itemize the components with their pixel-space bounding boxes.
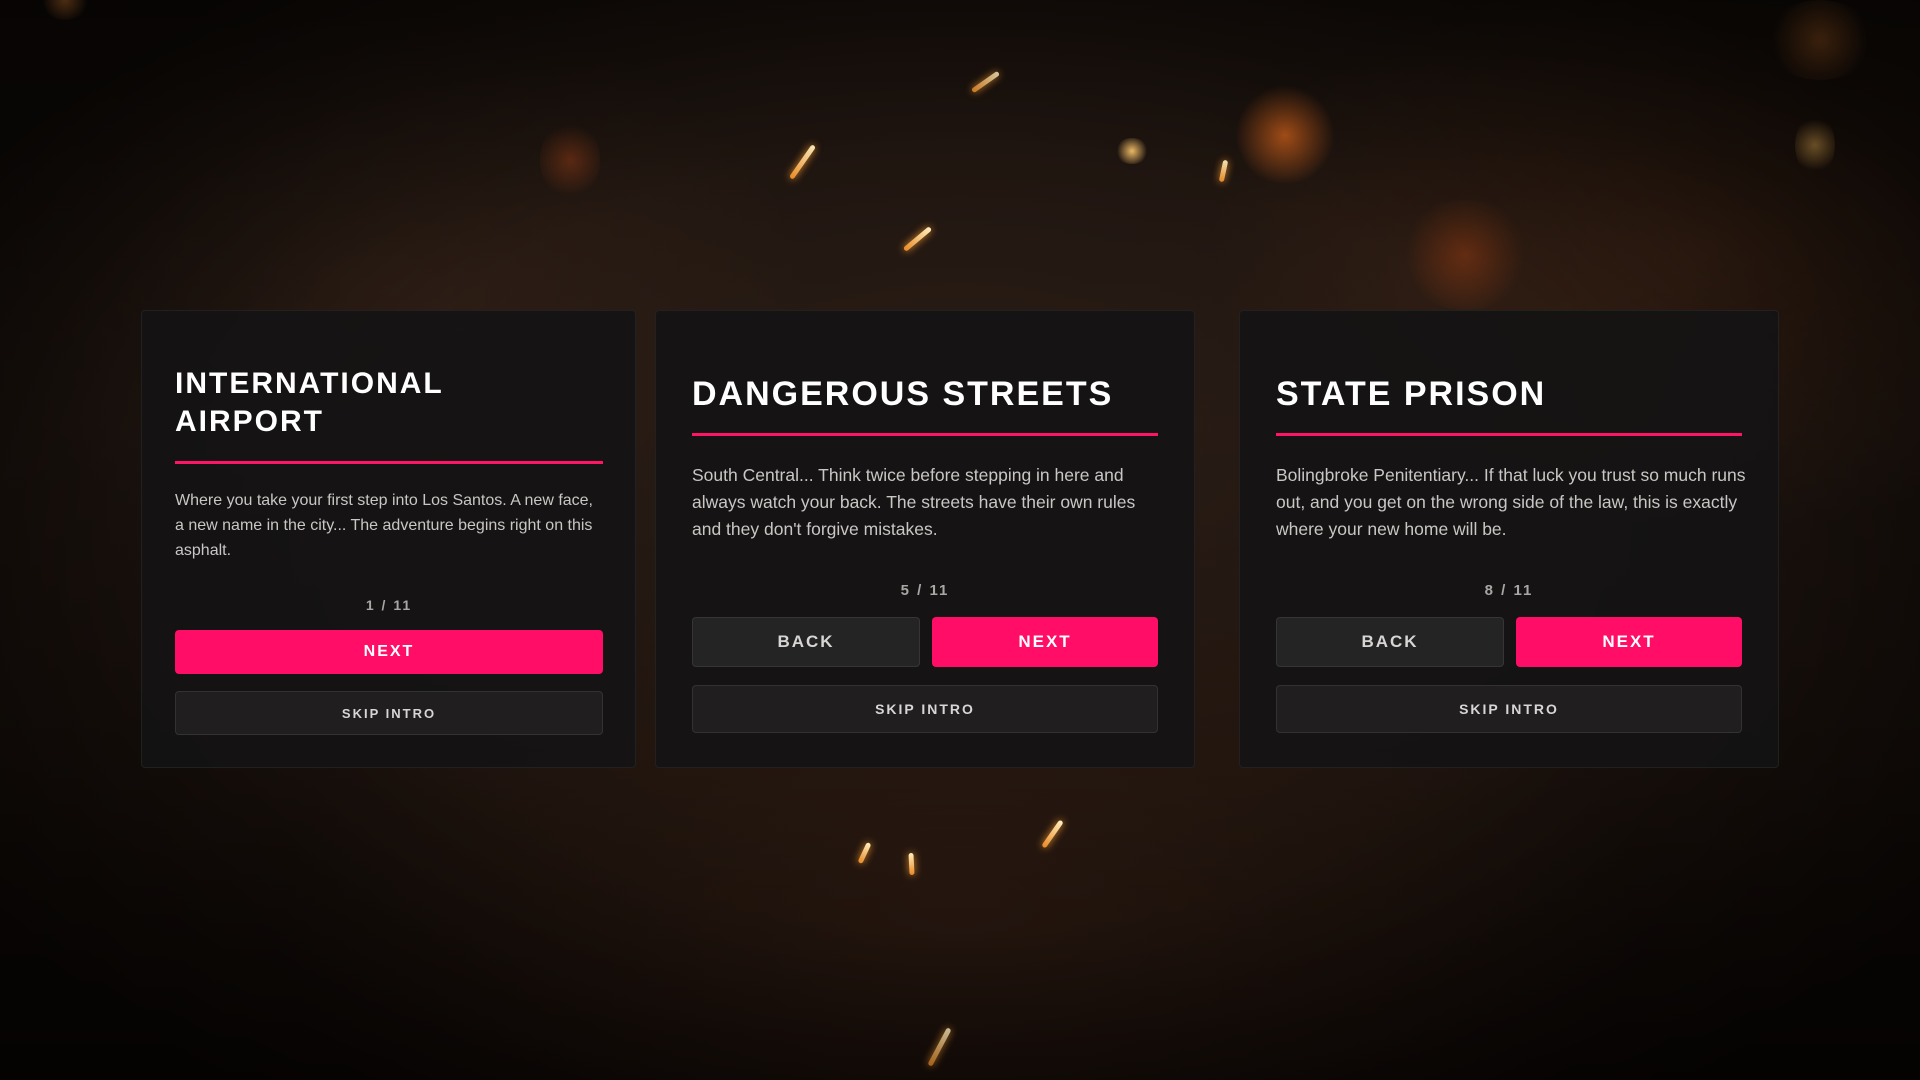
intro-card-airport: INTERNATIONAL AIRPORT Where you take you…: [141, 310, 636, 768]
title-underline: [692, 433, 1158, 436]
next-button[interactable]: NEXT: [175, 630, 603, 674]
next-button[interactable]: NEXT: [1516, 617, 1742, 667]
next-button[interactable]: NEXT: [932, 617, 1158, 667]
intro-card-streets: DANGEROUS STREETS South Central... Think…: [655, 310, 1195, 768]
skip-intro-button[interactable]: SKIP INTRO: [1276, 685, 1742, 733]
back-button[interactable]: BACK: [692, 617, 920, 667]
card-description: South Central... Think twice before step…: [692, 465, 1136, 539]
skip-intro-button[interactable]: SKIP INTRO: [175, 691, 603, 735]
card-title: STATE PRISON: [1276, 375, 1547, 413]
skip-intro-button[interactable]: SKIP INTRO: [692, 685, 1158, 733]
intro-card-prison: STATE PRISON Bolingbroke Penitentiary...…: [1239, 310, 1779, 768]
card-description: Where you take your first step into Los …: [175, 492, 593, 559]
step-counter: 5 / 11: [900, 582, 950, 599]
card-title: INTERNATIONAL AIRPORT: [175, 367, 444, 438]
back-button[interactable]: BACK: [1276, 617, 1504, 667]
card-title: DANGEROUS STREETS: [692, 375, 1114, 413]
step-counter: 8 / 11: [1484, 582, 1534, 599]
step-counter: 1 / 11: [365, 597, 413, 613]
title-underline: [1276, 433, 1742, 436]
card-description: Bolingbroke Penitentiary... If that luck…: [1276, 465, 1746, 539]
title-underline: [175, 461, 603, 464]
